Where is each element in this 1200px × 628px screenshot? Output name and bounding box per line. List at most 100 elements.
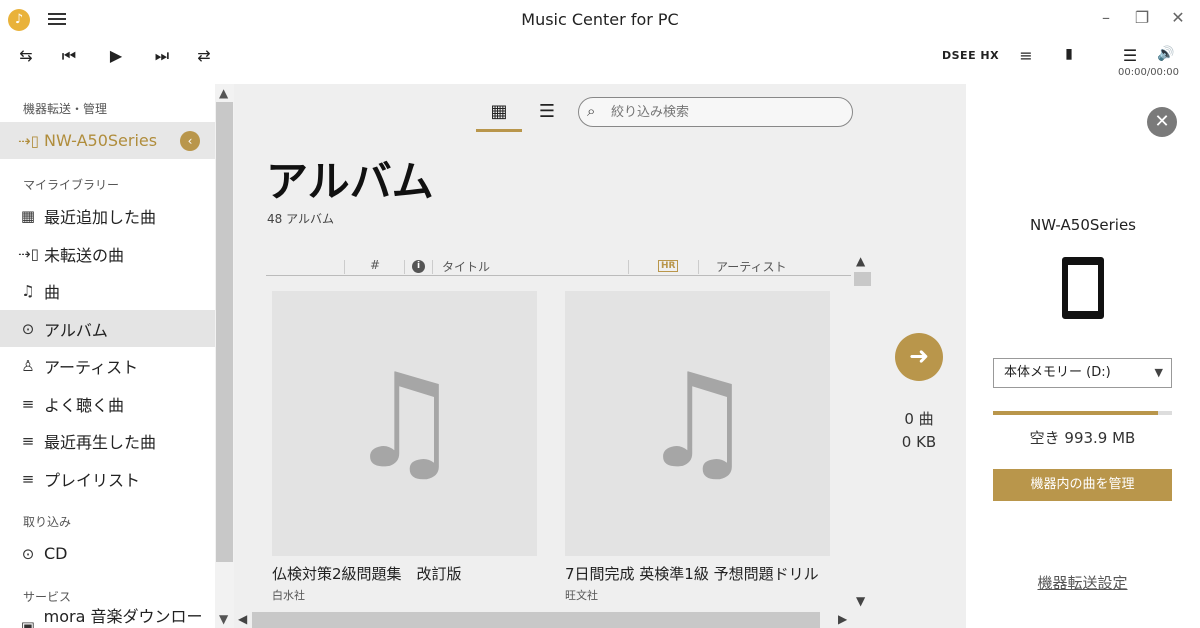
album-publisher: 旺文社 (565, 589, 598, 602)
disc-icon: ⊙ (21, 544, 35, 563)
sidebar-item-device[interactable]: ⇢▯ NW-A50Series ‹ (0, 122, 215, 159)
sidebar-item-label: よく聴く曲 (44, 395, 125, 415)
next-track-icon[interactable]: ⏭ (148, 46, 176, 66)
title-bar: ♪ Music Center for PC – ❐ ✕ (0, 0, 1200, 40)
search-input[interactable] (611, 103, 841, 121)
device-icon (1062, 257, 1104, 319)
transfer-song-count: 0 曲 (904, 410, 934, 428)
album-cover[interactable]: ♫ (565, 291, 830, 556)
device-name: NW-A50Series (1029, 216, 1136, 234)
sidebar-item-albums[interactable]: ⊙ アルバム (0, 310, 215, 347)
sidebar-item-cd[interactable]: ⊙ CD (0, 535, 215, 572)
sidebar-scrollbar[interactable]: ▲ ▼ (215, 84, 234, 628)
playlist-icon: ≡ (21, 431, 35, 450)
dsee-hx-toggle[interactable]: DSEE HX (942, 49, 999, 62)
storage-select-value: 本体メモリー (D:) (1004, 365, 1111, 380)
sidebar-section-device: 機器転送・管理 (23, 102, 108, 116)
close-window-button[interactable]: ✕ (1168, 8, 1188, 27)
player-bar: ⇆ ⏮ ▶ ⏭ ⇄ DSEE HX ≡ ▮ ☰ 🔊 00:00/00:00 (0, 40, 1200, 84)
page-title: アルバム (266, 157, 434, 206)
sidebar-section-library: マイライブラリー (23, 178, 120, 192)
scroll-right-icon[interactable]: ▶ (838, 612, 847, 626)
close-panel-icon[interactable]: ✕ (1147, 107, 1177, 137)
sidebar-item-artists[interactable]: ♙ アーティスト (0, 347, 215, 384)
sidebar: 機器転送・管理 ⇢▯ NW-A50Series ‹ マイライブラリー ▦ 最近追… (0, 84, 234, 628)
scroll-left-icon[interactable]: ◀ (238, 612, 247, 626)
playlist-icon: ≡ (21, 469, 35, 488)
person-icon: ♙ (21, 356, 35, 375)
sidebar-item-label: アーティスト (44, 357, 139, 377)
column-title[interactable]: タイトル (442, 258, 490, 275)
music-note-icon: ♫ (639, 345, 756, 497)
scroll-down-icon[interactable]: ▼ (219, 612, 228, 626)
sidebar-item-label: プレイリスト (44, 470, 141, 490)
list-view-icon[interactable]: ☰ (532, 98, 562, 126)
storage-select[interactable]: 本体メモリー (D:) ▼ (993, 358, 1172, 388)
main-content: ▦ ☰ ⌕ アルバム 48 アルバム # i タイトル HR アーティスト ▲ … (234, 84, 966, 628)
sidebar-item-label: 曲 (44, 282, 61, 302)
column-number[interactable]: # (370, 258, 380, 272)
volume-icon[interactable]: 🔊 (1152, 46, 1180, 62)
playlist-icon: ≡ (21, 394, 35, 413)
speaker-icon[interactable]: ▮ (1055, 46, 1083, 62)
shuffle-icon[interactable]: ⇄ (190, 46, 218, 65)
sidebar-item-recently-played[interactable]: ≡ 最近再生した曲 (0, 422, 215, 459)
manage-device-songs-button[interactable]: 機器内の曲を管理 (993, 469, 1172, 501)
playback-time: 00:00/00:00 (1118, 67, 1180, 78)
device-transfer-icon: ⇢▯ (18, 131, 39, 150)
minimize-button[interactable]: – (1096, 8, 1116, 27)
sidebar-scroll-thumb[interactable] (216, 102, 233, 562)
sidebar-item-label: アルバム (44, 320, 108, 340)
transfer-arrow-button[interactable]: ➜ (895, 333, 943, 381)
storage-usage-bar (993, 411, 1172, 415)
filter-search[interactable]: ⌕ (578, 97, 853, 127)
album-title: 仏検対策2級問題集 改訂版 (272, 565, 462, 583)
window-title: Music Center for PC (521, 10, 679, 29)
play-icon[interactable]: ▶ (102, 46, 130, 65)
column-artist[interactable]: アーティスト (716, 258, 787, 275)
main-scroll-thumb[interactable] (854, 272, 871, 286)
sidebar-item-songs[interactable]: ♫ 曲 (0, 272, 215, 309)
sidebar-item-label: mora 音楽ダウンロード (43, 606, 203, 626)
horizontal-scroll-thumb[interactable] (252, 612, 820, 628)
sidebar-item-recently-added[interactable]: ▦ 最近追加した曲 (0, 197, 215, 234)
sidebar-section-import: 取り込み (23, 515, 72, 529)
column-header: # i タイトル HR アーティスト (266, 256, 851, 276)
storage-usage-fill (993, 411, 1158, 415)
transfer-summary: 0 曲 0 KB (880, 408, 958, 454)
album-count: 48 アルバム (267, 212, 334, 226)
equalizer-icon[interactable]: ≡ (1012, 46, 1040, 65)
music-note-icon: ♫ (21, 281, 35, 300)
grid-view-icon[interactable]: ▦ (476, 98, 522, 132)
album-cover[interactable]: ♫ (272, 291, 537, 556)
queue-icon[interactable]: ☰ (1116, 46, 1144, 65)
sidebar-item-untransferred[interactable]: ⇢▯ 未転送の曲 (0, 235, 215, 272)
sidebar-item-label: 未転送の曲 (44, 245, 125, 265)
previous-track-icon[interactable]: ⏮ (55, 46, 83, 66)
free-space: 空き 993.9 MB (1029, 429, 1136, 447)
scroll-down-icon[interactable]: ▼ (856, 594, 865, 608)
sidebar-item-label: 最近追加した曲 (44, 207, 157, 227)
device-transfer-icon: ⇢▯ (18, 244, 39, 263)
scroll-up-icon[interactable]: ▲ (856, 254, 865, 268)
sidebar-item-mora[interactable]: ▣ mora 音楽ダウンロード (0, 607, 215, 628)
sidebar-item-label: NW-A50Series (44, 131, 158, 150)
chevron-down-icon: ▼ (1154, 366, 1163, 379)
horizontal-scrollbar[interactable]: ◀ ▶ (234, 612, 854, 628)
mora-icon: ▣ (20, 617, 35, 628)
search-icon: ⌕ (587, 102, 596, 120)
repeat-icon[interactable]: ⇆ (12, 46, 40, 65)
music-note-icon: ♫ (346, 345, 463, 497)
album-title: 7日間完成 英検準1級 予想問題ドリル (565, 565, 819, 583)
album-card[interactable]: ♫ 7日間完成 英検準1級 予想問題ドリル 旺文社 (565, 291, 830, 603)
restore-button[interactable]: ❐ (1132, 8, 1152, 27)
sidebar-item-frequently-played[interactable]: ≡ よく聴く曲 (0, 385, 215, 422)
calendar-icon: ▦ (20, 206, 36, 225)
disc-icon: ⊙ (21, 319, 35, 338)
album-card[interactable]: ♫ 仏検対策2級問題集 改訂版 白水社 (272, 291, 537, 603)
collapse-device-icon[interactable]: ‹ (180, 131, 200, 151)
scroll-up-icon[interactable]: ▲ (219, 86, 228, 100)
sidebar-item-playlists[interactable]: ≡ プレイリスト (0, 460, 215, 497)
sidebar-item-label: CD (44, 544, 68, 563)
transfer-settings-link[interactable]: 機器転送設定 (993, 572, 1172, 593)
